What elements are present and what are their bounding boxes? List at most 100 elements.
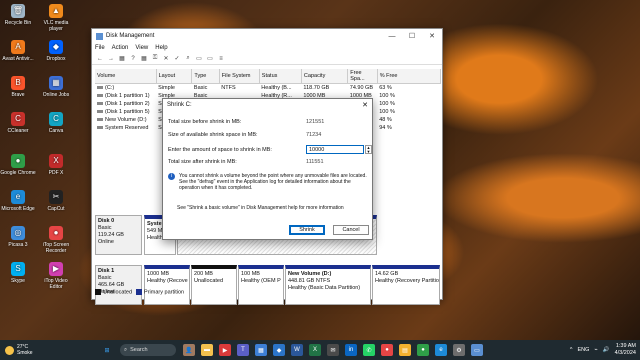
column-header[interactable]: File System [219,69,260,84]
chrome-icon[interactable]: ● [417,344,429,356]
tray-icon[interactable]: 🔊 [603,347,610,353]
tray-icon[interactable]: ^ [570,347,573,353]
whatsapp-icon[interactable]: ✆ [363,344,375,356]
notes-icon[interactable]: ▤ [399,344,411,356]
taskbar: 27°C Smoke ⊞ ⌕ Search 👤 ▬ ▶ T ▦ ◆ W X ✉ in ✆ ● ▤ ● e ⚙ ▭… [0,340,640,360]
legend-swatch [136,288,143,295]
desktop-icon[interactable]: ▦ Online Jobs [38,76,74,98]
info-text: You cannot shrink a volume beyond the po… [179,173,367,191]
partition-status: Unallocated [194,278,224,284]
folder-icon[interactable]: ▭ [195,55,203,63]
tray-icons: ^ ENG ⌁ 🔊 [570,347,610,353]
desktop-icon[interactable]: ✂ CapCut [38,190,74,212]
app-icon: ▦ [49,76,63,90]
table-row[interactable]: (C:) Simple Basic NTFS Healthy (B... 118.70 G… [95,84,441,92]
close-button[interactable]: ✕ [422,32,442,40]
desktop-icon[interactable]: 🗑 Recycle Bin [0,4,36,26]
column-header[interactable]: % Free [377,69,442,84]
stepper-down-icon[interactable]: ▼ [366,150,371,154]
menu-item-help[interactable]: Help [155,45,167,51]
desktop-icon[interactable]: ▲ VLC media player [38,4,74,32]
disk-management-icon[interactable]: ▭ [471,344,483,356]
tray-icon[interactable]: ⌁ [594,347,597,353]
column-header[interactable]: Status [259,69,302,84]
column-header[interactable]: Capacity [301,69,349,84]
desktop-icon[interactable]: ◆ Dropbox [38,40,74,62]
partition-status: Healthy (Basic Data Partition) [288,285,361,291]
desktop-icon-label: Dropbox [46,56,66,62]
menu-item-file[interactable]: File [95,45,105,51]
taskbar-search[interactable]: ⌕ Search [120,344,176,356]
excel-icon[interactable]: X [309,344,321,356]
desktop-icon[interactable]: ● iTop Screen Recorder [38,226,74,254]
file-explorer-icon[interactable]: ▬ [201,344,213,356]
photos-icon[interactable]: ◆ [273,344,285,356]
store-icon[interactable]: ▦ [255,344,267,356]
desktop-icon[interactable]: A Avast Antivir... [0,40,36,62]
user-avatar-icon[interactable]: 👤 [183,344,195,356]
word-icon[interactable]: W [291,344,303,356]
start-button[interactable]: ⊞ [101,344,113,356]
screen-recorder-icon[interactable]: ● [381,344,393,356]
partition[interactable]: 200 MB Unallocated [191,265,237,305]
delete-icon[interactable]: ✕ [162,55,170,63]
maximize-button[interactable]: ☐ [402,32,422,40]
partition[interactable]: 1000 MB Healthy (Recove [144,265,190,305]
shrink-amount-input[interactable]: 10000 [306,145,364,154]
partition[interactable]: 14.62 GB Healthy (Recovery Partition) [372,265,440,305]
desktop-icon[interactable]: e Microsoft Edge [0,190,36,212]
dialog-close-button[interactable]: ✕ [358,101,372,109]
table-cell: Simple [156,84,192,92]
cancel-button[interactable]: Cancel [333,225,369,235]
shrink-button[interactable]: Shrink [289,225,325,235]
search-icon[interactable]: ⌕ [184,55,192,63]
folder-icon[interactable]: ▭ [206,55,214,63]
list-icon[interactable]: ≡ [217,55,225,63]
desktop-icon[interactable]: ● Google Chrome [0,154,36,176]
desktop-icon[interactable]: X PDF X [38,154,74,176]
app-icon: ✂ [49,190,63,204]
help-text: See "Shrink a basic volume" in Disk Mana… [177,205,344,211]
desktop-icon[interactable]: C Canva [38,112,74,134]
settings-icon[interactable]: ⚙ [453,344,465,356]
disk-label[interactable]: Disk 1 Basic 465.64 GB Online [95,265,142,305]
tray-icon[interactable]: ENG [577,347,589,353]
menu-item-view[interactable]: View [135,45,148,51]
grid-icon[interactable]: ▦ [140,55,148,63]
desktop-icon-label: CapCut [47,206,65,212]
shrink-amount-stepper[interactable]: ▲ ▼ [365,145,372,154]
search-icon: ⌕ [124,346,128,353]
column-header[interactable]: Type [191,69,220,84]
desktop-icon[interactable]: ◎ Picasa 3 [0,226,36,248]
shrink-amount-row: Enter the amount of space to shrink in M… [168,145,372,154]
menu-item-action[interactable]: Action [112,45,129,51]
edge-icon[interactable]: e [435,344,447,356]
weather-widget[interactable]: 27°C Smoke [0,344,60,356]
desktop-icon[interactable]: B Brave [0,76,36,98]
cell-text: 100 % [379,92,395,99]
clock[interactable]: 1:39 AM 4/3/2024 [615,343,636,357]
column-header[interactable]: Free Spa... [347,69,378,84]
linkedin-icon[interactable]: in [345,344,357,356]
help-icon[interactable]: ? [129,55,137,63]
grid-icon[interactable]: ▦ [118,55,126,63]
check-icon[interactable]: ✓ [173,55,181,63]
partition[interactable]: 100 MB Healthy (OEM P [238,265,284,305]
desktop-icon[interactable]: ▶ iTop Video Editor [38,262,74,290]
key-icon[interactable]: ⚿ [151,55,159,63]
weather-icon [5,345,14,355]
column-header[interactable]: Volume [95,69,157,84]
desktop-icon[interactable]: C CCleaner [0,112,36,134]
app-icon: S [11,262,25,276]
mail-icon[interactable]: ✉ [327,344,339,356]
forward-icon[interactable]: → [107,55,115,63]
disk-label[interactable]: Disk 0 Basic 119.24 GB Online [95,215,142,255]
back-icon[interactable]: ← [96,55,104,63]
column-header[interactable]: Layout [156,69,193,84]
partition[interactable]: New Volume (D:) 448.81 GB NTFS Healthy (Ba… [285,265,371,305]
video-app-icon[interactable]: ▶ [219,344,231,356]
search-label: Search [130,347,148,353]
teams-icon[interactable]: T [237,344,249,356]
desktop-icon[interactable]: S Skype [0,262,36,284]
minimize-button[interactable]: — [382,33,402,40]
